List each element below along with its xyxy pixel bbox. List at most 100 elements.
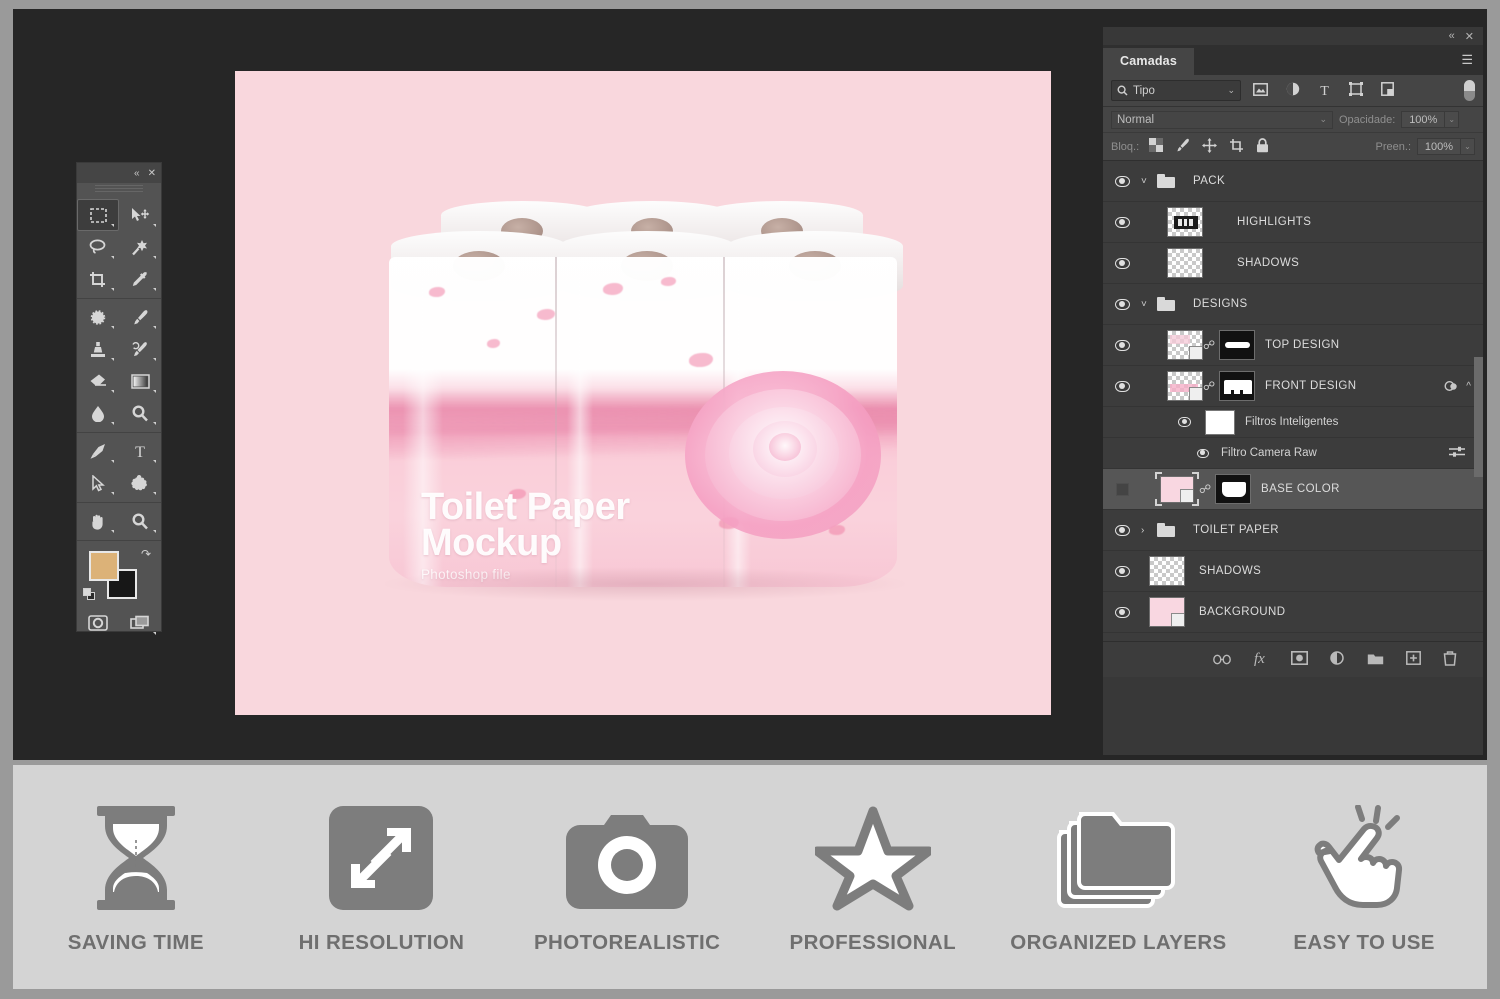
visibility-toggle[interactable]	[1103, 176, 1141, 187]
lock-image-pixels-icon[interactable]	[1175, 138, 1190, 156]
layer-filter-select[interactable]: Tipo ⌄	[1111, 80, 1241, 101]
move-tool[interactable]	[119, 199, 161, 231]
visibility-toggle[interactable]	[1103, 607, 1141, 618]
layer-thumbnail[interactable]	[1149, 597, 1185, 627]
layer-row-shadows-doc[interactable]: SHADOWS	[1103, 551, 1483, 592]
blend-mode-select[interactable]: Normal ⌄	[1111, 111, 1333, 129]
history-brush-tool[interactable]	[119, 333, 161, 365]
eraser-tool[interactable]	[77, 365, 119, 397]
visibility-toggle[interactable]	[1103, 566, 1141, 577]
gradient-tool[interactable]	[119, 365, 161, 397]
opacity-value[interactable]: 100%	[1401, 111, 1445, 128]
lock-all-icon[interactable]	[1256, 138, 1269, 156]
layer-thumbnail[interactable]	[1160, 476, 1194, 503]
layer-row-pack[interactable]: ˅ PACK	[1103, 161, 1483, 202]
tab-camadas[interactable]: Camadas	[1103, 48, 1194, 75]
visibility-toggle[interactable]	[1103, 217, 1141, 228]
hand-tool[interactable]	[77, 505, 119, 537]
layer-list-scrollbar[interactable]	[1474, 357, 1483, 477]
rectangular-marquee-tool[interactable]	[77, 199, 119, 231]
visibility-toggle[interactable]	[1103, 449, 1217, 458]
group-disclosure-icon[interactable]: ˅	[1141, 176, 1157, 187]
layer-mask-thumbnail[interactable]	[1215, 474, 1251, 504]
layer-thumbnail[interactable]	[1167, 248, 1203, 278]
link-mask-icon[interactable]: ☍	[1199, 482, 1211, 496]
zoom-tool[interactable]	[119, 505, 161, 537]
group-disclosure-icon[interactable]: ›	[1141, 525, 1157, 536]
layer-thumbnail[interactable]	[1167, 207, 1203, 237]
quick-mask-icon[interactable]	[77, 607, 119, 639]
fill-stepper[interactable]: ⌄	[1461, 138, 1475, 155]
layer-thumbnail[interactable]	[1167, 371, 1203, 401]
magic-wand-tool[interactable]	[119, 231, 161, 263]
visibility-toggle[interactable]	[1103, 299, 1141, 310]
brush-tool[interactable]	[119, 301, 161, 333]
layer-list[interactable]: ˅ PACK HIGHLIGHTS	[1103, 161, 1483, 641]
new-group-icon[interactable]	[1367, 652, 1384, 668]
custom-shape-tool[interactable]	[119, 467, 161, 499]
layer-thumbnail-selected-frame[interactable]	[1155, 472, 1199, 506]
layer-filter-toggle[interactable]	[1464, 80, 1475, 101]
fill-value[interactable]: 100%	[1417, 138, 1461, 155]
visibility-toggle[interactable]	[1103, 483, 1141, 496]
close-icon[interactable]: ✕	[1465, 30, 1474, 43]
pen-tool[interactable]	[77, 435, 119, 467]
group-disclosure-icon[interactable]: ˅	[1141, 299, 1157, 310]
type-layer-filter-icon[interactable]: T	[1318, 83, 1331, 99]
layer-row-shadows-pack[interactable]: SHADOWS	[1103, 243, 1483, 284]
lock-transparent-pixels-icon[interactable]	[1149, 138, 1163, 155]
layer-thumbnail[interactable]	[1149, 556, 1185, 586]
layer-row-designs[interactable]: ˅ DESIGNS	[1103, 284, 1483, 325]
opacity-stepper[interactable]: ⌄	[1445, 111, 1459, 128]
adjustment-layer-filter-icon[interactable]	[1286, 82, 1300, 99]
layer-thumbnail[interactable]	[1167, 330, 1203, 360]
crop-tool[interactable]	[77, 263, 119, 295]
layer-row-base-color[interactable]: ☍ BASE COLOR	[1103, 469, 1483, 510]
shape-layer-filter-icon[interactable]	[1349, 82, 1363, 99]
collapse-icon[interactable]: «	[1449, 30, 1455, 42]
blur-tool[interactable]	[77, 397, 119, 429]
visibility-toggle[interactable]	[1103, 340, 1141, 351]
lock-position-icon[interactable]	[1202, 138, 1217, 156]
eyedropper-tool[interactable]	[119, 263, 161, 295]
layer-row-highlights[interactable]: HIGHLIGHTS	[1103, 202, 1483, 243]
link-mask-icon[interactable]: ☍	[1203, 379, 1215, 393]
layer-row-background[interactable]: BACKGROUND	[1103, 592, 1483, 633]
tools-drag-grip[interactable]	[95, 185, 143, 194]
visibility-toggle[interactable]	[1103, 525, 1141, 536]
layer-row-top-design[interactable]: ☍ TOP DESIGN	[1103, 325, 1483, 366]
layer-row-smart-filters[interactable]: Filtros Inteligentes	[1103, 407, 1483, 438]
layer-row-toilet-paper[interactable]: › TOILET PAPER	[1103, 510, 1483, 551]
delete-layer-icon[interactable]	[1443, 651, 1457, 669]
chevron-up-icon[interactable]: ^	[1466, 381, 1471, 392]
dodge-tool[interactable]	[119, 397, 161, 429]
smart-filter-mask-thumbnail[interactable]	[1205, 410, 1235, 435]
new-layer-icon[interactable]	[1406, 651, 1421, 668]
link-mask-icon[interactable]: ☍	[1203, 338, 1215, 352]
collapse-icon[interactable]: «	[134, 168, 140, 179]
layer-style-fx-icon[interactable]: fx	[1253, 650, 1269, 669]
screen-mode-icon[interactable]	[119, 607, 161, 639]
layer-row-front-design[interactable]: ☍ FRONT DESIGN ^	[1103, 366, 1483, 407]
layer-mask-thumbnail[interactable]	[1219, 371, 1255, 401]
smart-object-filter-icon[interactable]	[1381, 82, 1394, 99]
layer-row-camera-raw[interactable]: Filtro Camera Raw	[1103, 438, 1483, 469]
panel-menu-icon[interactable]: ☰	[1461, 53, 1473, 66]
visibility-toggle[interactable]	[1103, 258, 1141, 269]
document-canvas[interactable]: Toilet Paper Mockup Photoshop file	[235, 71, 1051, 715]
foreground-color-swatch[interactable]	[89, 551, 119, 581]
clone-stamp-tool[interactable]	[77, 333, 119, 365]
pixel-layer-filter-icon[interactable]	[1253, 83, 1268, 99]
lock-artboard-nesting-icon[interactable]	[1229, 138, 1244, 156]
visibility-toggle[interactable]	[1103, 381, 1141, 392]
type-tool[interactable]: T	[119, 435, 161, 467]
visibility-toggle[interactable]	[1103, 417, 1199, 427]
lasso-tool[interactable]	[77, 231, 119, 263]
default-colors-icon[interactable]	[83, 588, 96, 601]
link-layers-icon[interactable]	[1213, 652, 1231, 668]
new-adjustment-layer-icon[interactable]	[1330, 651, 1345, 669]
layer-mask-thumbnail[interactable]	[1219, 330, 1255, 360]
spot-healing-brush-tool[interactable]	[77, 301, 119, 333]
path-selection-tool[interactable]	[77, 467, 119, 499]
add-layer-mask-icon[interactable]	[1291, 651, 1308, 668]
